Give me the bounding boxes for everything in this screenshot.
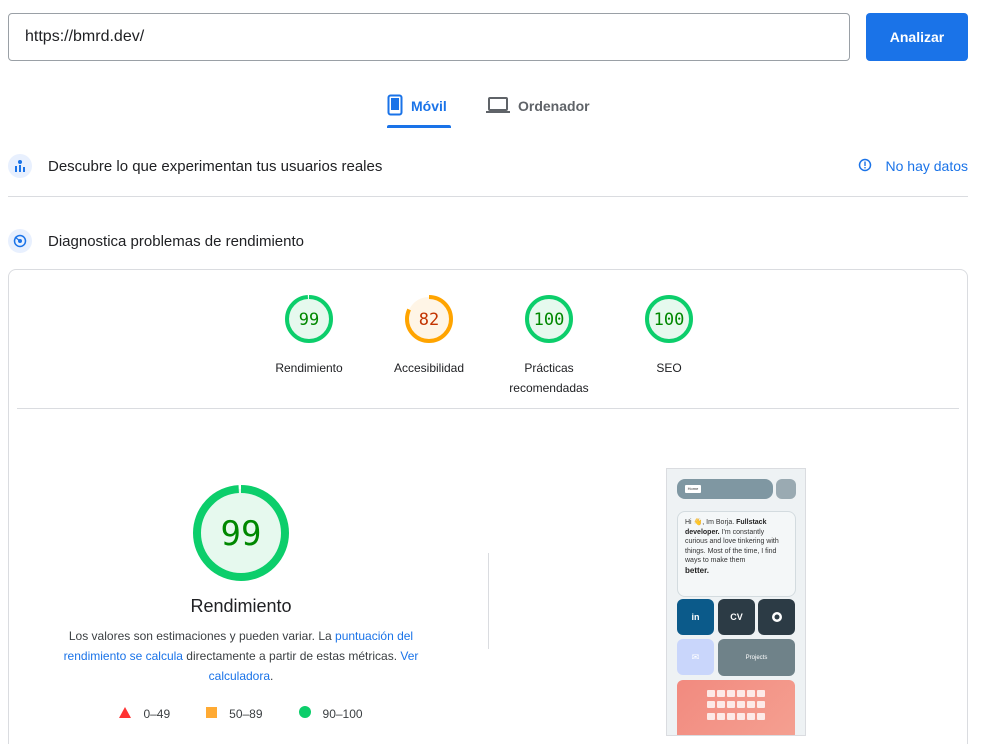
gauge-accessibility[interactable]: 82 Accesibilidad [369, 294, 489, 378]
tab-desktop[interactable]: Ordenador [486, 84, 590, 128]
desc-text-1: Los valores son estimaciones y pueden va… [68, 629, 336, 643]
gauge-label: SEO [656, 361, 682, 375]
github-icon [758, 599, 795, 635]
desc-text-3: . [270, 669, 274, 683]
gauges-divider [17, 408, 959, 409]
lab-data-section: Diagnostica problemas de rendimiento [8, 228, 968, 254]
performance-big-gauge: 99 [193, 485, 289, 581]
tech-stack-tile [677, 680, 795, 735]
tab-mobile[interactable]: Móvil [387, 84, 451, 128]
device-tabs: Móvil Ordenador [0, 84, 987, 128]
gauge-score: 99 [299, 310, 319, 330]
tab-mobile-label: Móvil [411, 98, 447, 114]
section-divider [8, 196, 968, 197]
no-data-label: No hay datos [885, 158, 969, 174]
performance-description: Los valores son estimaciones y pueden va… [53, 626, 429, 686]
gauge-performance[interactable]: 99 Rendimiento [249, 294, 369, 378]
smartphone-icon [387, 94, 403, 119]
info-icon [858, 158, 872, 175]
triangle-icon [119, 706, 132, 721]
gauge-label: Accesibilidad [393, 361, 465, 375]
legend-range: 90–100 [322, 706, 363, 721]
gauge-label-line2: recomendadas [509, 381, 589, 395]
gauge-score: 100 [654, 310, 685, 330]
intro-end: better. [685, 565, 710, 575]
gauge-score: 82 [419, 310, 439, 330]
gauge-ring: 100 [645, 295, 693, 343]
legend-fail: 0–49 [119, 706, 170, 721]
gauge-label: Rendimiento [275, 361, 343, 375]
laptop-icon [486, 96, 510, 117]
lab-data-title: Diagnostica problemas de rendimiento [48, 232, 304, 250]
score-legend: 0–49 50–89 90–100 [9, 706, 473, 721]
tab-desktop-label: Ordenador [518, 98, 590, 114]
gauge-label-line1: Prácticas [524, 361, 574, 375]
field-data-title: Descubre lo que experimentan tus usuario… [48, 157, 383, 175]
tech-icons-grid [707, 690, 765, 722]
linkedin-tile: in [677, 599, 714, 635]
square-icon [206, 706, 218, 721]
gauge-label: Prácticas recomendadas [489, 358, 609, 398]
gauge-best-practices[interactable]: 100 Prácticas recomendadas [489, 294, 609, 398]
url-input[interactable] [8, 13, 850, 61]
screenshot-logo: Home [685, 485, 701, 493]
performance-title: Rendimiento [190, 596, 292, 616]
gauge-ring: 99 [285, 295, 333, 343]
gauge-ring: 82 [405, 295, 453, 343]
lighthouse-report-card: 99 Rendimiento 82 Accesibilidad 100 Prác… [8, 269, 968, 744]
users-chart-icon [8, 154, 32, 178]
gauge-seo[interactable]: 100 SEO [609, 294, 729, 378]
cv-tile: CV [718, 599, 755, 635]
screenshot-header-bar: Home [677, 479, 773, 499]
projects-tile: Projects [718, 639, 795, 676]
intro-prefix: Hi 👋, Im Borja. [685, 519, 737, 526]
no-data-link[interactable]: No hay datos [858, 158, 969, 175]
gauge-ring: 100 [525, 295, 573, 343]
legend-range: 0–49 [143, 706, 171, 721]
gauge-score: 100 [534, 310, 565, 330]
desc-text-2: directamente a partir de estas métricas. [182, 649, 401, 663]
analyze-button[interactable]: Analizar [866, 13, 968, 61]
circle-icon [298, 706, 311, 721]
legend-average: 50–89 [206, 706, 263, 721]
vertical-divider [488, 553, 489, 649]
legend-range: 50–89 [229, 706, 263, 721]
performance-score: 99 [221, 514, 262, 554]
screenshot-intro-card: Hi 👋, Im Borja. Fullstack developer. I'm… [677, 511, 796, 597]
final-screenshot: Home Hi 👋, Im Borja. Fullstack developer… [666, 468, 806, 736]
field-data-section: Descubre lo que experimentan tus usuario… [8, 153, 968, 179]
mail-tile: ✉ [677, 639, 714, 675]
diagnostics-icon [8, 229, 32, 253]
moon-icon [776, 479, 796, 499]
legend-pass: 90–100 [298, 706, 363, 721]
